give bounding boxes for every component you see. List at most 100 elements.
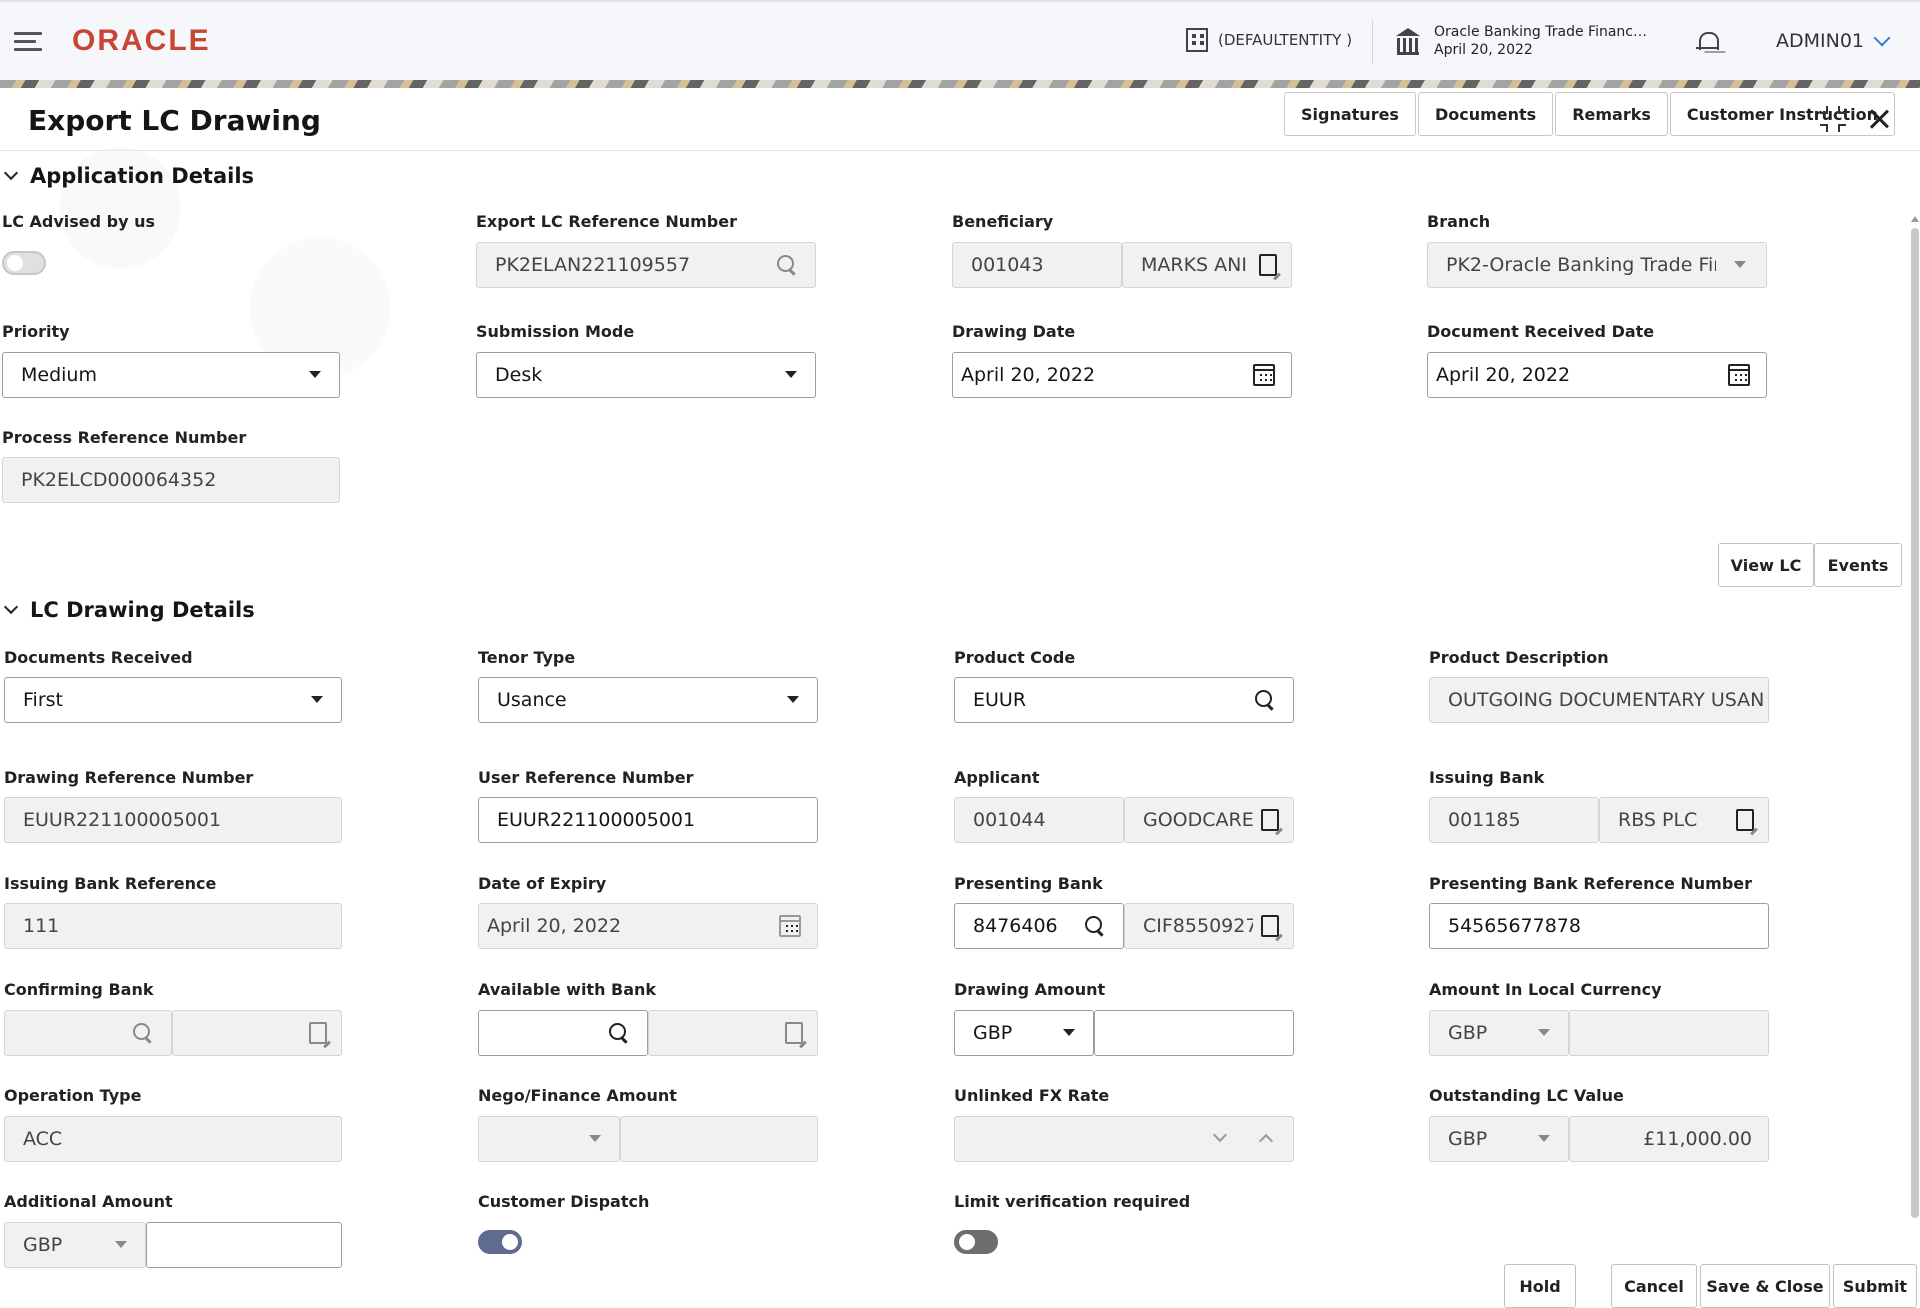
- user-name: ADMIN01: [1776, 30, 1865, 52]
- signatures-button[interactable]: Signatures: [1284, 92, 1416, 136]
- lc-advised-label: LC Advised by us: [2, 212, 156, 231]
- lc-drawing-details-header[interactable]: LC Drawing Details: [0, 598, 255, 622]
- document-icon[interactable]: [1261, 915, 1279, 937]
- beneficiary-name-field[interactable]: MARKS ANI: [1122, 242, 1292, 288]
- available-with-bank-id-field[interactable]: [478, 1010, 648, 1056]
- caret-down-icon: [311, 696, 323, 703]
- drawing-date-label: Drawing Date: [952, 322, 1076, 341]
- export-lc-drawing-panel: Export LC Drawing Signatures Documents R…: [0, 88, 1920, 1308]
- panel-toolbar: Signatures Documents Remarks Customer In…: [1284, 92, 1897, 136]
- documents-received-label: Documents Received: [4, 648, 193, 667]
- priority-value: Medium: [21, 364, 97, 386]
- bank-selector[interactable]: Oracle Banking Trade Financ… April 20, 2…: [1394, 24, 1647, 58]
- presenting-bank-cif-field[interactable]: CIF8550927: [1124, 903, 1294, 949]
- product-code-value: EUUR: [973, 689, 1027, 711]
- events-button[interactable]: Events: [1814, 543, 1902, 587]
- scroll-up-arrow[interactable]: [1911, 216, 1919, 222]
- document-icon[interactable]: [1261, 809, 1279, 831]
- entity-selector[interactable]: (DEFAULTENTITY ): [1186, 28, 1352, 52]
- chevron-down-icon: [3, 165, 19, 181]
- submit-button[interactable]: Submit: [1833, 1264, 1917, 1308]
- export-lc-ref-value: PK2ELAN221109557: [495, 254, 691, 276]
- drawing-ref-label: Drawing Reference Number: [4, 768, 254, 787]
- caret-down-icon: [1538, 1029, 1550, 1036]
- applicant-id-value: 001044: [973, 809, 1046, 831]
- available-with-bank-label: Available with Bank: [478, 980, 657, 999]
- drawing-amount-currency-select[interactable]: GBP: [954, 1010, 1094, 1056]
- drawing-ref-value: EUUR221100005001: [23, 809, 222, 831]
- limit-verification-toggle[interactable]: [954, 1230, 998, 1254]
- outstanding-lc-currency-select: GBP: [1429, 1116, 1569, 1162]
- submission-mode-select[interactable]: Desk: [476, 352, 816, 398]
- presenting-bank-id-field[interactable]: 8476406: [954, 903, 1124, 949]
- cancel-button[interactable]: Cancel: [1611, 1264, 1697, 1308]
- document-icon[interactable]: [1736, 809, 1754, 831]
- confirming-bank-label: Confirming Bank: [4, 980, 154, 999]
- doc-received-date-field[interactable]: April 20, 2022: [1427, 352, 1767, 398]
- view-lc-button[interactable]: View LC: [1718, 543, 1814, 587]
- presenting-bank-label: Presenting Bank: [954, 874, 1103, 893]
- vertical-scrollbar[interactable]: [1906, 150, 1920, 1308]
- documents-button[interactable]: Documents: [1417, 92, 1554, 136]
- notification-bell-icon[interactable]: [1696, 30, 1719, 54]
- applicant-id-field[interactable]: 001044: [954, 797, 1124, 843]
- product-code-field[interactable]: EUUR: [954, 677, 1294, 723]
- issuing-bank-id-value: 001185: [1448, 809, 1521, 831]
- priority-label: Priority: [2, 322, 70, 341]
- top-header: ORACLE (DEFAULTENTITY ) Oracle Banking T…: [0, 0, 1920, 80]
- header-divider-line: [0, 150, 1920, 151]
- issuing-bank-name-field[interactable]: RBS PLC: [1599, 797, 1769, 843]
- amount-local-label: Amount In Local Currency: [1429, 980, 1662, 999]
- export-lc-ref-field[interactable]: PK2ELAN221109557: [476, 242, 816, 288]
- close-icon[interactable]: [1866, 106, 1892, 132]
- user-ref-field[interactable]: EUUR221100005001: [478, 797, 818, 843]
- issuing-bank-ref-label: Issuing Bank Reference: [4, 874, 217, 893]
- application-details-header[interactable]: Application Details: [0, 164, 254, 188]
- nego-amount-input: [620, 1116, 818, 1162]
- nego-amount-label: Nego/Finance Amount: [478, 1086, 677, 1105]
- calendar-icon[interactable]: [1728, 364, 1750, 386]
- user-menu[interactable]: ADMIN01: [1776, 29, 1891, 52]
- tenor-type-label: Tenor Type: [478, 648, 576, 667]
- bank-name: Oracle Banking Trade Financ…: [1434, 24, 1647, 40]
- branch-select[interactable]: PK2-Oracle Banking Trade Fina: [1427, 242, 1767, 288]
- drawing-date-field[interactable]: April 20, 2022: [952, 352, 1292, 398]
- search-icon[interactable]: [609, 1023, 631, 1045]
- operation-type-label: Operation Type: [4, 1086, 142, 1105]
- process-ref-field[interactable]: PK2ELCD000064352: [2, 457, 340, 503]
- presenting-bank-ref-field[interactable]: 54565677878: [1429, 903, 1769, 949]
- operation-type-value: ACC: [23, 1128, 63, 1150]
- issuing-bank-id-field[interactable]: 001185: [1429, 797, 1599, 843]
- additional-amount-input[interactable]: [146, 1222, 342, 1268]
- search-icon[interactable]: [777, 255, 799, 277]
- customer-instruction-button[interactable]: Customer Instruction: [1669, 92, 1895, 136]
- bank-date: April 20, 2022: [1434, 42, 1533, 58]
- calendar-icon[interactable]: [1253, 364, 1275, 386]
- priority-select[interactable]: Medium: [2, 352, 340, 398]
- hold-button[interactable]: Hold: [1504, 1264, 1576, 1308]
- beneficiary-id-field[interactable]: 001043: [952, 242, 1122, 288]
- product-desc-value: OUTGOING DOCUMENTARY USAN: [1448, 689, 1765, 711]
- search-icon[interactable]: [1085, 916, 1107, 938]
- additional-amount-label: Additional Amount: [4, 1192, 173, 1211]
- drawing-amount-input[interactable]: [1094, 1010, 1294, 1056]
- search-icon[interactable]: [1255, 690, 1277, 712]
- lc-advised-toggle[interactable]: [2, 251, 46, 275]
- building-icon: [1186, 28, 1208, 52]
- hamburger-menu-icon[interactable]: [14, 32, 42, 52]
- document-icon[interactable]: [1259, 254, 1277, 276]
- chevron-up-icon: [1258, 1133, 1274, 1149]
- remarks-button[interactable]: Remarks: [1555, 92, 1668, 136]
- product-desc-field: OUTGOING DOCUMENTARY USAN: [1429, 677, 1769, 723]
- applicant-name-field[interactable]: GOODCARE: [1124, 797, 1294, 843]
- date-of-expiry-label: Date of Expiry: [478, 874, 607, 893]
- save-close-button[interactable]: Save & Close: [1700, 1264, 1830, 1308]
- tenor-type-select[interactable]: Usance: [478, 677, 818, 723]
- page-title: Export LC Drawing: [28, 104, 321, 137]
- scrollbar-thumb[interactable]: [1911, 228, 1919, 1218]
- customer-dispatch-toggle[interactable]: [478, 1230, 522, 1254]
- drawing-ref-field: EUUR221100005001: [4, 797, 342, 843]
- documents-received-select[interactable]: First: [4, 677, 342, 723]
- caret-down-icon: [309, 371, 321, 378]
- expand-icon[interactable]: [1820, 106, 1846, 132]
